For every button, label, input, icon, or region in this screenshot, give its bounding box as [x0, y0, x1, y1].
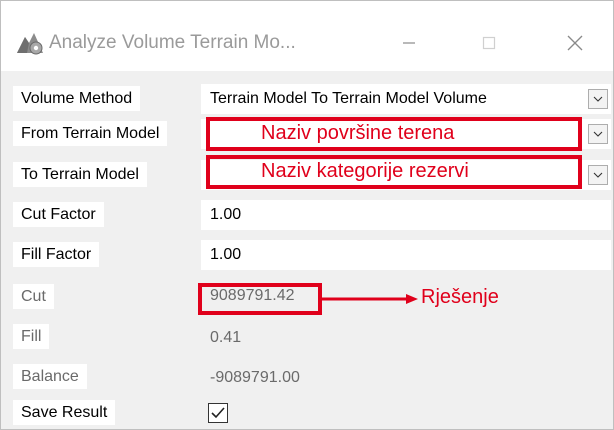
row-fill-factor: Fill Factor 1.00 [1, 239, 613, 271]
dialog-window: Analyze Volume Terrain Mo... Volume Meth… [0, 0, 614, 430]
cut-label: Cut [13, 284, 54, 309]
cut-factor-label: Cut Factor [13, 202, 104, 227]
row-save-result: Save Result [1, 397, 613, 429]
minimize-button[interactable] [387, 23, 431, 63]
from-terrain-label: From Terrain Model [13, 121, 168, 146]
close-button[interactable] [553, 23, 597, 63]
row-fill: Fill 0.41 [1, 321, 613, 353]
fill-value: 0.41 [210, 329, 242, 346]
cut-factor-value: 1.00 [210, 206, 242, 223]
row-balance: Balance -9089791.00 [1, 361, 613, 393]
fill-factor-label: Fill Factor [13, 242, 100, 267]
chevron-down-icon [593, 131, 603, 137]
title-bar: Analyze Volume Terrain Mo... [1, 1, 613, 71]
maximize-icon [482, 36, 496, 50]
volume-method-dropdown-button[interactable] [588, 89, 608, 109]
close-icon [567, 35, 583, 51]
minimize-icon [403, 42, 415, 44]
fill-factor-input[interactable]: 1.00 [201, 240, 611, 270]
window-title: Analyze Volume Terrain Mo... [49, 32, 296, 53]
volume-method-value: Terrain Model To Terrain Model Volume [210, 90, 487, 107]
save-result-checkbox[interactable] [208, 403, 228, 423]
to-terrain-dropdown-button[interactable] [588, 165, 608, 185]
cut-factor-input[interactable]: 1.00 [201, 200, 611, 230]
balance-value: -9089791.00 [210, 369, 300, 386]
terrain-gear-icon [17, 33, 43, 55]
checkmark-icon [211, 407, 225, 419]
fill-label: Fill [13, 324, 50, 349]
chevron-down-icon [593, 172, 603, 178]
volume-method-label: Volume Method [13, 86, 141, 111]
to-terrain-label: To Terrain Model [13, 162, 147, 187]
chevron-down-icon [593, 96, 603, 102]
volume-method-select[interactable]: Terrain Model To Terrain Model Volume [201, 84, 611, 114]
balance-label: Balance [13, 364, 87, 389]
row-cut-factor: Cut Factor 1.00 [1, 199, 613, 231]
annotation-arrow-icon [322, 294, 418, 304]
cut-result-annotation-box [198, 283, 322, 315]
fill-factor-value: 1.00 [210, 246, 242, 263]
property-grid: Volume Method Terrain Model To Terrain M… [1, 71, 613, 429]
to-terrain-annotation-text: Naziv kategorije rezervi [261, 160, 469, 182]
maximize-button[interactable] [467, 23, 511, 63]
save-result-label: Save Result [13, 400, 116, 425]
result-annotation-text: Rješenje [421, 286, 499, 308]
from-terrain-dropdown-button[interactable] [588, 124, 608, 144]
row-volume-method: Volume Method Terrain Model To Terrain M… [1, 83, 613, 115]
from-terrain-annotation-text: Naziv površine terena [261, 122, 455, 144]
